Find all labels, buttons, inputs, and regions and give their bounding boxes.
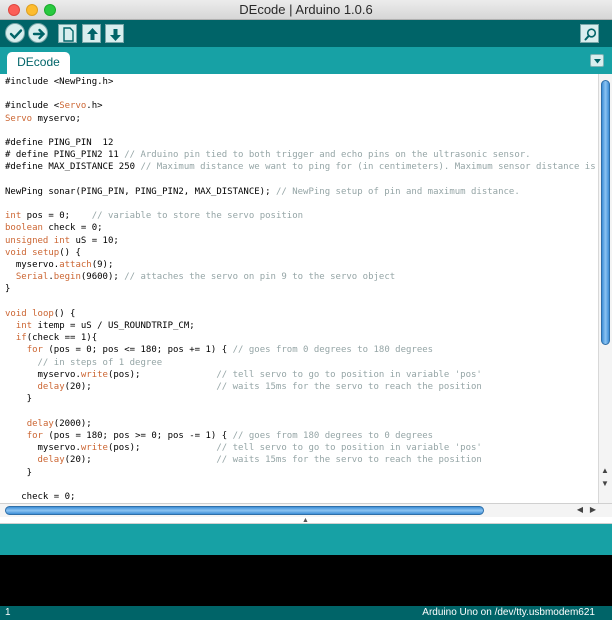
scroll-left-arrow-icon[interactable]: ◀ bbox=[574, 504, 586, 516]
code-line[interactable]: // in steps of 1 degree bbox=[5, 358, 163, 368]
tab-bar: DEcode bbox=[0, 47, 612, 74]
scroll-down-arrow-icon[interactable]: ▼ bbox=[599, 478, 611, 490]
tab-decode[interactable]: DEcode bbox=[7, 52, 70, 74]
code-line[interactable]: for (pos = 180; pos >= 0; pos -= 1) { //… bbox=[5, 431, 433, 441]
save-button[interactable] bbox=[105, 24, 124, 43]
code-text[interactable]: #include <NewPing.h> #include <Servo.h> … bbox=[5, 76, 598, 503]
code-line[interactable]: void loop() { bbox=[5, 309, 75, 319]
code-line[interactable]: boolean check = 0; bbox=[5, 223, 103, 233]
footer-bar: 1 Arduino Uno on /dev/tty.usbmodem621 bbox=[0, 606, 612, 620]
code-line[interactable]: } bbox=[5, 284, 10, 294]
triangle-down-icon bbox=[594, 59, 601, 64]
pane-divider[interactable]: ▲ bbox=[0, 517, 612, 524]
vertical-scroll-thumb[interactable] bbox=[601, 80, 610, 345]
horizontal-scroll-thumb[interactable] bbox=[5, 506, 484, 515]
code-line[interactable]: myservo.attach(9); bbox=[5, 260, 114, 270]
board-port-label: Arduino Uno on /dev/tty.usbmodem621 bbox=[422, 607, 595, 618]
code-line[interactable]: } bbox=[5, 394, 32, 404]
code-line[interactable]: delay(2000); bbox=[5, 419, 92, 429]
code-line[interactable]: # define PING_PIN2 11 // Arduino pin tie… bbox=[5, 150, 531, 160]
code-line[interactable]: if(check == 1){ bbox=[5, 333, 97, 343]
horizontal-scrollbar[interactable]: ◀ ▶ bbox=[0, 503, 612, 517]
code-line[interactable]: #define MAX_DISTANCE 250 // Maximum dist… bbox=[5, 162, 598, 172]
window-title: DEcode | Arduino 1.0.6 bbox=[239, 2, 373, 17]
code-line[interactable]: Servo myservo; bbox=[5, 114, 81, 124]
magnifier-icon bbox=[584, 28, 597, 41]
code-line[interactable]: #include <Servo.h> bbox=[5, 101, 103, 111]
code-line[interactable]: #include <NewPing.h> bbox=[5, 77, 113, 87]
window-title-bar: DEcode | Arduino 1.0.6 bbox=[0, 0, 612, 20]
code-line[interactable]: delay(20); // waits 15ms for the servo t… bbox=[5, 455, 482, 465]
code-line[interactable]: myservo.write(pos); // tell servo to go … bbox=[5, 370, 482, 380]
save-icon bbox=[110, 29, 121, 41]
console-output bbox=[0, 555, 612, 606]
scroll-right-arrow-icon[interactable]: ▶ bbox=[587, 504, 599, 516]
code-line[interactable]: #define PING_PIN 12 bbox=[5, 138, 113, 148]
code-line[interactable]: check = 0; bbox=[5, 492, 75, 502]
code-line[interactable]: for (pos = 0; pos <= 180; pos += 1) { //… bbox=[5, 345, 433, 355]
open-button[interactable] bbox=[82, 24, 101, 43]
code-line[interactable]: myservo.write(pos); // tell servo to go … bbox=[5, 443, 482, 453]
code-line[interactable]: int itemp = uS / US_ROUNDTRIP_CM; bbox=[5, 321, 195, 331]
code-line[interactable]: Serial.begin(9600); // attaches the serv… bbox=[5, 272, 395, 282]
status-bar bbox=[0, 524, 612, 555]
upload-icon bbox=[32, 28, 46, 40]
tab-menu-button[interactable] bbox=[590, 54, 604, 67]
code-line[interactable]: NewPing sonar(PING_PIN, PING_PIN2, MAX_D… bbox=[5, 187, 520, 197]
new-icon bbox=[63, 27, 74, 42]
code-editor[interactable]: #include <NewPing.h> #include <Servo.h> … bbox=[0, 74, 598, 503]
serial-monitor-button[interactable] bbox=[580, 24, 599, 43]
divider-grip-icon[interactable]: ▲ bbox=[302, 517, 309, 524]
scroll-up-arrow-icon[interactable]: ▲ bbox=[599, 465, 611, 477]
code-line[interactable]: int pos = 0; // variable to store the se… bbox=[5, 211, 303, 221]
code-line[interactable]: unsigned int uS = 10; bbox=[5, 236, 119, 246]
toolbar bbox=[0, 20, 612, 47]
code-line[interactable]: delay(20); // waits 15ms for the servo t… bbox=[5, 382, 482, 392]
code-line[interactable]: void setup() { bbox=[5, 248, 81, 258]
new-button[interactable] bbox=[58, 24, 77, 43]
verify-icon bbox=[9, 29, 23, 40]
verify-button[interactable] bbox=[5, 23, 25, 43]
vertical-scrollbar[interactable]: ▲ ▼ bbox=[598, 74, 612, 503]
line-number: 1 bbox=[5, 607, 11, 618]
code-line[interactable]: } bbox=[5, 468, 32, 478]
open-icon bbox=[87, 28, 98, 40]
upload-button[interactable] bbox=[28, 23, 48, 43]
